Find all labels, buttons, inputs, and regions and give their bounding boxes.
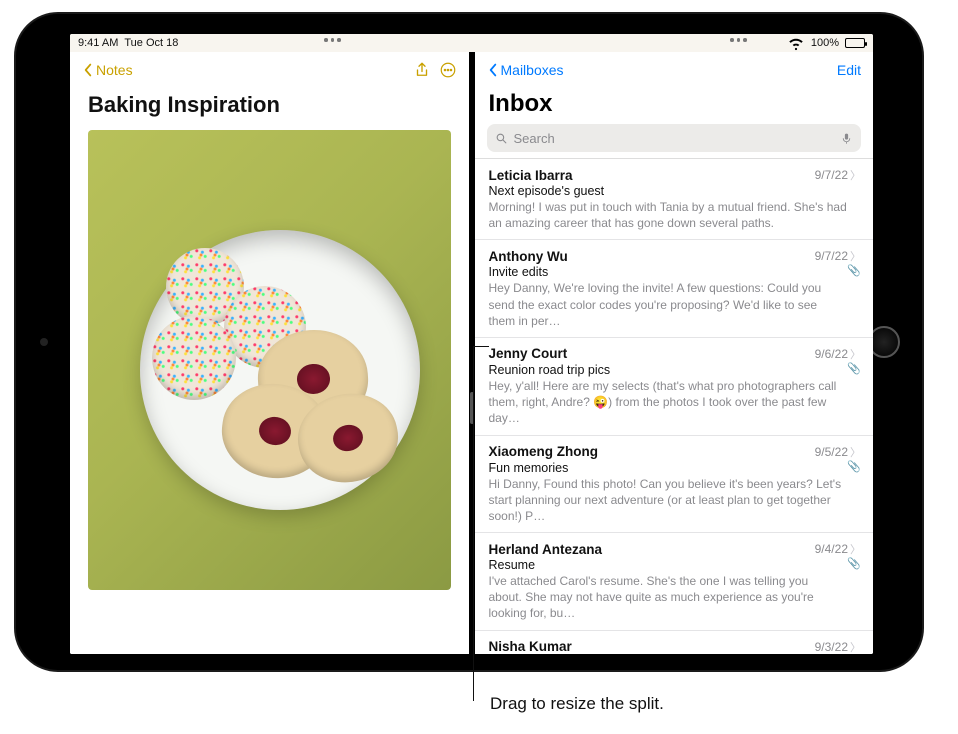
status-bar: 9:41 AM Tue Oct 18 100% bbox=[70, 34, 873, 52]
callout-leader-line bbox=[473, 346, 474, 701]
chevron-right-icon: 〉 bbox=[850, 541, 861, 557]
front-camera bbox=[40, 338, 48, 346]
mail-pane: Mailboxes Edit Inbox Search Leticia Ibar… bbox=[475, 52, 874, 654]
mail-preview: Hey, y'all! Here are my selects (that's … bbox=[489, 378, 844, 427]
mail-date: 9/7/22 bbox=[815, 168, 848, 182]
mail-sender: Xiaomeng Zhong bbox=[489, 444, 815, 459]
mail-preview: Hey Danny, We're loving the invite! A fe… bbox=[489, 280, 844, 329]
mail-date: 9/5/22 bbox=[815, 445, 848, 459]
search-icon bbox=[495, 132, 508, 145]
mail-date: 9/4/22 bbox=[815, 542, 848, 556]
mail-preview: Hi Danny, Found this photo! Can you beli… bbox=[489, 476, 844, 525]
mail-list[interactable]: Leticia Ibarra9/7/22〉Next episode's gues… bbox=[475, 158, 874, 654]
mailboxes-back-label: Mailboxes bbox=[501, 62, 564, 78]
mail-navbar: Mailboxes Edit bbox=[475, 52, 874, 88]
battery-percent: 100% bbox=[811, 37, 839, 49]
chevron-left-icon bbox=[82, 63, 94, 77]
edit-button[interactable]: Edit bbox=[837, 62, 861, 78]
mail-sender: Nisha Kumar bbox=[489, 639, 815, 654]
mail-item[interactable]: Herland Antezana9/4/22〉 ResumeI've attach… bbox=[475, 533, 874, 631]
chevron-right-icon: 〉 bbox=[850, 639, 861, 654]
wifi-icon bbox=[787, 34, 805, 52]
ipad-frame: 9:41 AM Tue Oct 18 100% Notes bbox=[14, 12, 924, 672]
inbox-title: Inbox bbox=[475, 88, 874, 124]
mail-sender: Anthony Wu bbox=[489, 249, 815, 264]
mail-subject: Reunion road trip pics bbox=[489, 363, 844, 377]
multitask-dots-left[interactable] bbox=[324, 38, 341, 42]
chevron-right-icon: 〉 bbox=[850, 444, 861, 460]
mail-sender: Jenny Court bbox=[489, 346, 815, 361]
mail-subject: Resume bbox=[489, 558, 844, 572]
status-time: 9:41 AM bbox=[78, 37, 118, 49]
chevron-right-icon: 〉 bbox=[850, 346, 861, 362]
mail-preview: I've attached Carol's resume. She's the … bbox=[489, 573, 844, 622]
attachment-icon: 📎 bbox=[847, 264, 861, 277]
notes-pane: Notes Baking Inspiration bbox=[70, 52, 469, 654]
mail-date: 9/7/22 bbox=[815, 249, 848, 263]
search-input[interactable]: Search bbox=[487, 124, 862, 152]
dictate-icon[interactable] bbox=[840, 131, 853, 146]
mail-date: 9/3/22 bbox=[815, 640, 848, 654]
share-icon[interactable] bbox=[413, 61, 431, 79]
multitask-dots-right[interactable] bbox=[730, 38, 747, 42]
mail-subject: Fun memories bbox=[489, 461, 844, 475]
mail-subject: Next episode's guest bbox=[489, 184, 862, 198]
mail-subject: Invite edits bbox=[489, 265, 844, 279]
attachment-icon: 📎 bbox=[847, 557, 861, 570]
chevron-right-icon: 〉 bbox=[850, 167, 861, 183]
more-icon[interactable] bbox=[439, 61, 457, 79]
note-title: Baking Inspiration bbox=[70, 88, 469, 126]
plate bbox=[140, 230, 420, 510]
mail-item[interactable]: Nisha Kumar9/3/22〉Neighborhood gardenWe'… bbox=[475, 631, 874, 654]
attachment-icon: 📎 bbox=[847, 460, 861, 473]
mailboxes-back-button[interactable]: Mailboxes bbox=[487, 62, 564, 78]
battery-icon bbox=[845, 38, 865, 48]
mail-sender: Leticia Ibarra bbox=[489, 168, 815, 183]
notes-back-button[interactable]: Notes bbox=[82, 62, 133, 78]
mail-item[interactable]: Jenny Court9/6/22〉 Reunion road trip pics… bbox=[475, 338, 874, 436]
mail-preview: Morning! I was put in touch with Tania b… bbox=[489, 199, 862, 231]
chevron-left-icon bbox=[487, 63, 499, 77]
mail-item[interactable]: Leticia Ibarra9/7/22〉Next episode's gues… bbox=[475, 159, 874, 240]
status-date: Tue Oct 18 bbox=[124, 37, 178, 49]
notes-back-label: Notes bbox=[96, 62, 133, 78]
mail-sender: Herland Antezana bbox=[489, 542, 815, 557]
mail-date: 9/6/22 bbox=[815, 347, 848, 361]
screen: 9:41 AM Tue Oct 18 100% Notes bbox=[70, 34, 873, 654]
callout-text: Drag to resize the split. bbox=[490, 694, 664, 714]
mail-item[interactable]: Anthony Wu9/7/22〉 Invite editsHey Danny, … bbox=[475, 240, 874, 338]
notes-toolbar: Notes bbox=[70, 52, 469, 88]
search-placeholder: Search bbox=[514, 131, 835, 146]
chevron-right-icon: 〉 bbox=[850, 248, 861, 264]
mail-item[interactable]: Xiaomeng Zhong9/5/22〉 Fun memoriesHi Dann… bbox=[475, 436, 874, 534]
attachment-icon: 📎 bbox=[847, 362, 861, 375]
note-image[interactable] bbox=[88, 130, 451, 590]
